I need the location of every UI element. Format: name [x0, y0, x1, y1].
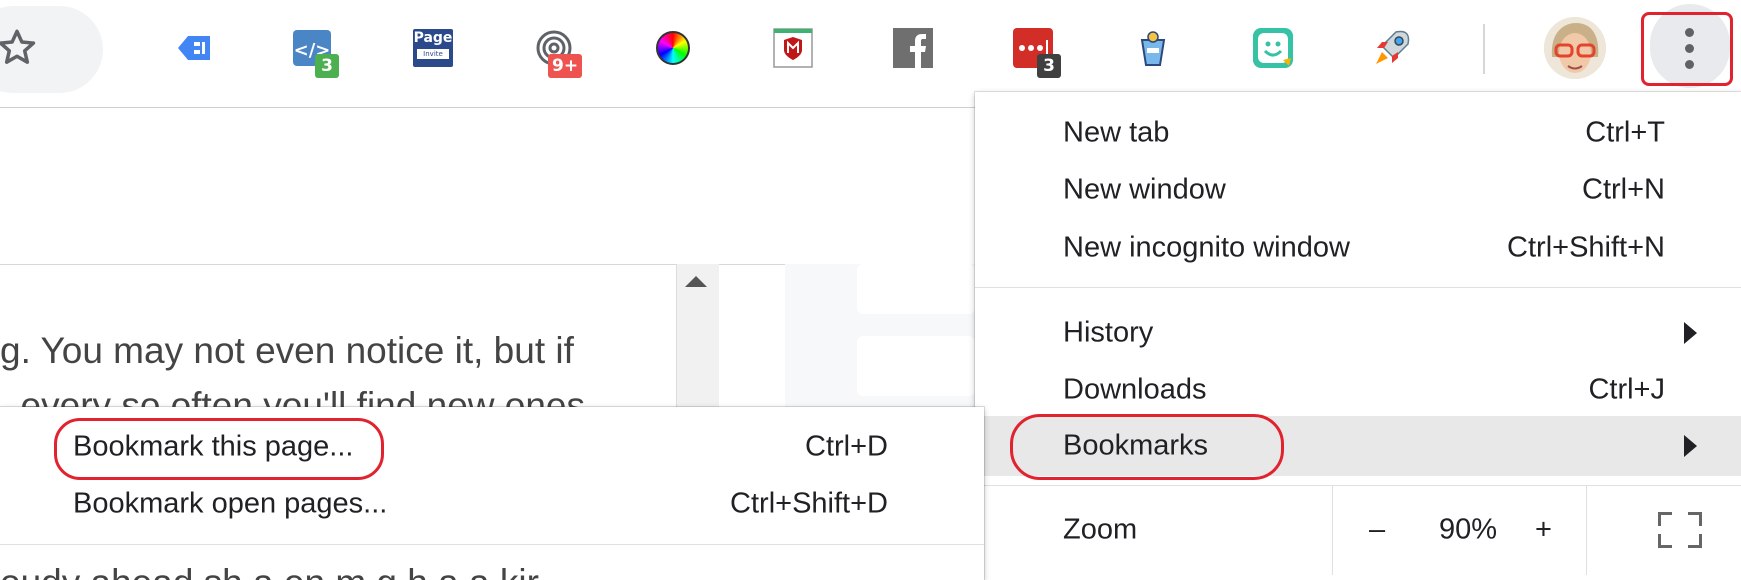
page-side-panel [785, 264, 975, 409]
profile-avatar-icon [1544, 17, 1606, 79]
fullscreen-icon [1658, 512, 1702, 548]
profile-avatar-button[interactable] [1544, 17, 1606, 79]
lastpass-extension-button[interactable]: 3 [1011, 26, 1061, 78]
zoom-label: Zoom [1063, 513, 1138, 546]
menu-separator [975, 287, 1741, 288]
zoom-controls: – 90% + [1332, 485, 1587, 575]
facebook-extension-button[interactable] [891, 26, 935, 70]
page-heading-fragment [0, 222, 590, 264]
menu-item-new-tab[interactable]: New tab Ctrl+T [975, 105, 1741, 161]
page-text-line: , every so often you'll find new ones [0, 385, 585, 407]
bookmarks-highlight [1010, 414, 1284, 480]
zoom-row: Zoom – 90% + [975, 485, 1741, 575]
side-panel-block [857, 336, 975, 396]
menu-item-bookmark-open-pages[interactable]: Bookmark open pages... Ctrl+Shift+D [0, 476, 984, 532]
page-text-line-fragment: , every so often you'll find new ones [0, 385, 586, 407]
menu-item-label: Bookmark open pages... [73, 487, 388, 520]
menu-item-label: New tab [1063, 116, 1170, 149]
submenu-arrow-icon [1684, 322, 1697, 344]
menu-item-new-window[interactable]: New window Ctrl+N [975, 162, 1741, 218]
scroll-up-arrow-icon[interactable] [685, 276, 707, 287]
page-invite-text-top: Page [413, 30, 453, 46]
extension-badge: 3 [315, 54, 339, 78]
smiley-extension-button[interactable] [1251, 26, 1295, 70]
bookmarks-submenu: Bookmark this page... Ctrl+D Bookmark op… [0, 407, 984, 580]
rocket-extension-icon [1376, 30, 1410, 64]
smiley-extension-icon [1253, 28, 1293, 68]
page-text-line: g. You may not even notice it, but if [0, 330, 574, 371]
menu-item-shortcut: Ctrl+J [1588, 373, 1665, 406]
page-invite-extension-icon: Page Invite [413, 29, 453, 67]
facebook-extension-icon [893, 28, 933, 68]
code-extension-button[interactable]: </> 3 [291, 26, 339, 78]
menu-item-downloads[interactable]: Downloads Ctrl+J [975, 362, 1741, 418]
menu-item-shortcut: Ctrl+Shift+N [1507, 231, 1665, 264]
menu-separator [0, 544, 984, 545]
menu-item-shortcut: Ctrl+D [805, 430, 888, 463]
menu-item-label: Downloads [1063, 373, 1207, 406]
bucket-extension-icon [1140, 31, 1166, 66]
menu-item-label: History [1063, 316, 1154, 349]
bucket-extension-button[interactable] [1131, 26, 1175, 70]
menu-item-shortcut: Ctrl+N [1582, 173, 1665, 206]
color-wheel-extension-icon [656, 31, 690, 65]
bookmark-star-button[interactable] [0, 6, 103, 93]
extension-badge: 9+ [548, 54, 583, 78]
menu-button-highlight [1641, 12, 1733, 86]
page-text-line-fragment: oudy ahead sh a en m g h a a kir [0, 562, 984, 580]
menu-item-label: New incognito window [1063, 231, 1350, 264]
zoom-level: 90% [1439, 513, 1498, 546]
chrome-main-menu: New tab Ctrl+T New window Ctrl+N New inc… [975, 92, 1741, 580]
menu-item-history[interactable]: History [975, 305, 1741, 361]
menu-item-new-incognito-window[interactable]: New incognito window Ctrl+Shift+N [975, 220, 1741, 276]
star-outline-icon [0, 29, 36, 64]
menu-item-label: New window [1063, 173, 1226, 206]
extension-badge: 3 [1037, 54, 1061, 78]
bookmark-this-page-highlight [54, 418, 384, 480]
color-wheel-extension-button[interactable] [651, 26, 695, 70]
toolbar-separator [1483, 24, 1485, 74]
side-panel-block [857, 264, 975, 314]
tag-extension-icon [178, 36, 210, 60]
submenu-arrow-icon [1684, 435, 1697, 457]
zoom-in-button[interactable]: + [1535, 514, 1552, 547]
page-invite-extension-button[interactable]: Page Invite [411, 26, 455, 70]
tag-extension-button[interactable] [172, 26, 216, 70]
mcafee-extension-button[interactable] [771, 26, 815, 70]
mcafee-extension-icon [773, 28, 813, 68]
spiral-extension-button[interactable]: 9+ [532, 26, 583, 78]
rocket-extension-button[interactable] [1370, 26, 1414, 70]
menu-item-shortcut: Ctrl+Shift+D [730, 487, 888, 520]
zoom-out-button[interactable]: – [1369, 514, 1385, 547]
fullscreen-button[interactable] [1586, 485, 1741, 575]
menu-item-shortcut: Ctrl+T [1585, 116, 1665, 149]
page-invite-text-bottom: Invite [417, 49, 449, 59]
page-text-fragment: oudy ahead sh a en m g h a a kir [0, 554, 984, 580]
